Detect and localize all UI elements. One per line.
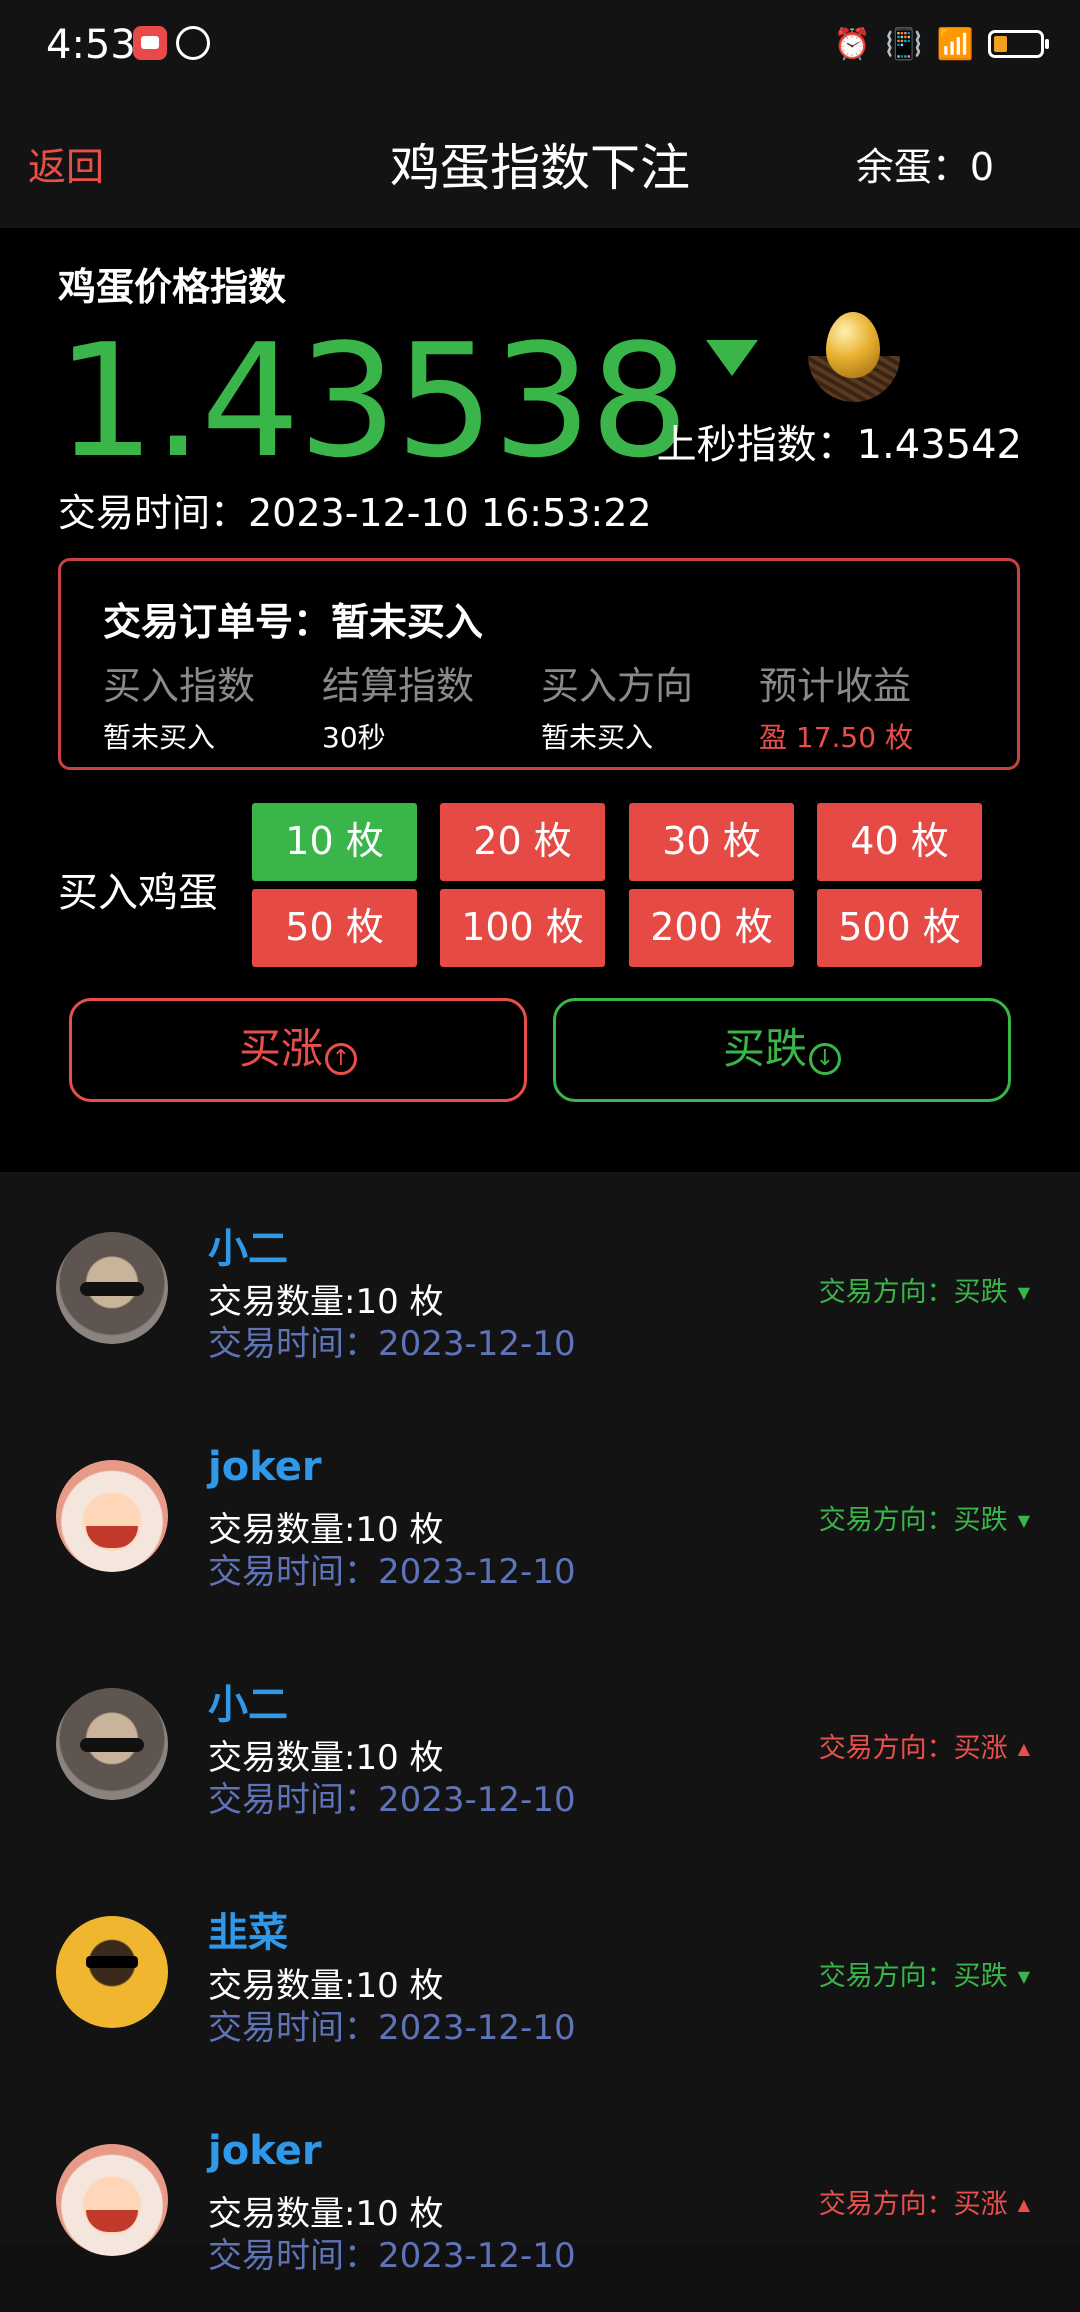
qty-button-40[interactable]: 40 枚 <box>817 803 982 881</box>
avatar <box>56 1916 168 2028</box>
status-bar: 4:53 ⏰ 📳 📶 <box>0 0 1080 88</box>
direction-text: 交易方向：买跌 <box>818 1961 1008 1992</box>
buy-up-button[interactable]: 买涨 ↑ <box>69 998 527 1102</box>
app-header: 返回 鸡蛋指数下注 余蛋：0 <box>0 88 1080 228</box>
order-settle-index: 结算指数 30秒 <box>322 655 474 756</box>
arrow-up-circle-icon: ↑ <box>325 1043 357 1075</box>
order-col-value: 暂未买入 <box>541 721 654 754</box>
trade-direction: 交易方向：买跌 ▼ <box>819 1498 1030 1537</box>
qty-button-20[interactable]: 20 枚 <box>440 803 605 881</box>
list-item[interactable]: joker 交易数量:10 枚 交易时间：2023-12-10 交易方向：买跌 ▼ <box>0 1400 1080 1628</box>
trade-time: 交易时间：2023-12-10 <box>208 1552 576 1592</box>
order-direction: 买入方向 暂未买入 <box>541 655 693 756</box>
order-col-header: 买入指数 <box>103 664 256 708</box>
trade-time: 交易时间：2023-12-10 <box>208 2008 576 2048</box>
order-expected-profit: 预计收益 盈 17.50 枚 <box>759 655 913 756</box>
avatar <box>56 2144 168 2256</box>
alarm-icon: ⏰ <box>833 26 872 62</box>
trader-name: joker <box>208 1444 322 1490</box>
status-icons: ⏰ 📳 📶 <box>833 22 1049 66</box>
caret-up-icon: ▲ <box>1017 1739 1030 1758</box>
buy-eggs-label: 买入鸡蛋 <box>58 870 218 916</box>
index-panel: 鸡蛋价格指数 1.43538 上秒指数：1.43542 交易时间：2023-12… <box>0 228 1080 1172</box>
order-col-value: 盈 17.50 枚 <box>759 721 913 754</box>
order-buy-index: 买入指数 暂未买入 <box>103 655 255 756</box>
status-time: 4:53 <box>46 22 136 68</box>
vibrate-icon: 📳 <box>885 26 923 62</box>
list-item[interactable]: 韭菜 交易数量:10 枚 交易时间：2023-12-10 交易方向：买跌 ▼ <box>0 1856 1080 2084</box>
trade-direction: 交易方向：买涨 ▲ <box>819 1726 1030 1765</box>
direction-text: 交易方向：买涨 <box>818 2189 1008 2220</box>
golden-egg-shape <box>826 312 880 378</box>
qty-button-500[interactable]: 500 枚 <box>817 889 982 967</box>
trade-direction: 交易方向：买涨 ▲ <box>819 2182 1030 2221</box>
buy-up-label: 买涨 <box>238 1024 323 1073</box>
trade-time: 交易时间：2023-12-10 <box>208 1324 576 1364</box>
index-value: 1.43538 <box>56 310 689 492</box>
trade-time: 交易时间：2023-12-10 <box>208 2236 576 2276</box>
order-info-box: 交易订单号：暂未买入 买入指数 暂未买入 结算指数 30秒 买入方向 暂未买入 … <box>58 558 1020 770</box>
caret-up-icon: ▲ <box>1017 2195 1030 2214</box>
notification-app-icon <box>133 26 167 60</box>
egg-balance: 余蛋：0 <box>855 145 994 189</box>
trade-time: 交易时间：2023-12-10 16:53:22 <box>58 491 652 535</box>
avatar <box>56 1232 168 1344</box>
index-title: 鸡蛋价格指数 <box>58 265 287 309</box>
trade-direction: 交易方向：买跌 ▼ <box>819 1270 1030 1309</box>
trend-down-icon <box>706 340 758 376</box>
caret-down-icon: ▼ <box>1017 1283 1030 1302</box>
direction-text: 交易方向：买涨 <box>818 1733 1008 1764</box>
order-col-header: 预计收益 <box>759 664 912 708</box>
previous-index: 上秒指数：1.43542 <box>656 422 1022 468</box>
trade-direction: 交易方向：买跌 ▼ <box>819 1954 1030 1993</box>
buy-down-label: 买跌 <box>722 1024 807 1073</box>
list-item[interactable]: 小二 交易数量:10 枚 交易时间：2023-12-10 交易方向：买涨 ▲ <box>0 1628 1080 1856</box>
wifi-icon: 📶 <box>936 26 974 62</box>
trader-name: 小二 <box>208 1682 288 1728</box>
direction-text: 交易方向：买跌 <box>818 1505 1008 1536</box>
qty-button-200[interactable]: 200 枚 <box>629 889 794 967</box>
order-col-value: 暂未买入 <box>103 721 216 754</box>
direction-text: 交易方向：买跌 <box>818 1277 1008 1308</box>
order-col-value: 30秒 <box>322 721 386 754</box>
list-item[interactable]: joker 交易数量:10 枚 交易时间：2023-12-10 交易方向：买涨 ▲ <box>0 2084 1080 2312</box>
qty-button-10[interactable]: 10 枚 <box>252 803 417 881</box>
notification-hand-icon <box>176 26 210 60</box>
arrow-down-circle-icon: ↓ <box>809 1043 841 1075</box>
order-col-header: 买入方向 <box>541 664 694 708</box>
avatar <box>56 1460 168 1572</box>
battery-icon <box>988 30 1049 58</box>
order-col-header: 结算指数 <box>322 664 475 708</box>
avatar <box>56 1688 168 1800</box>
trader-name: joker <box>208 2128 322 2174</box>
caret-down-icon: ▼ <box>1017 1511 1030 1530</box>
list-item[interactable]: 小二 交易数量:10 枚 交易时间：2023-12-10 交易方向：买跌 ▼ <box>0 1172 1080 1400</box>
qty-button-50[interactable]: 50 枚 <box>252 889 417 967</box>
buy-down-button[interactable]: 买跌 ↓ <box>553 998 1011 1102</box>
golden-egg-nest-icon <box>804 308 904 408</box>
trader-name: 韭菜 <box>208 1910 288 1956</box>
caret-down-icon: ▼ <box>1017 1967 1030 1986</box>
trader-name: 小二 <box>208 1226 288 1272</box>
qty-button-30[interactable]: 30 枚 <box>629 803 794 881</box>
qty-button-100[interactable]: 100 枚 <box>440 889 605 967</box>
trade-list[interactable]: 小二 交易数量:10 枚 交易时间：2023-12-10 交易方向：买跌 ▼ jo… <box>0 1172 1080 2276</box>
trade-time: 交易时间：2023-12-10 <box>208 1780 576 1820</box>
order-number: 交易订单号：暂未买入 <box>103 600 484 644</box>
